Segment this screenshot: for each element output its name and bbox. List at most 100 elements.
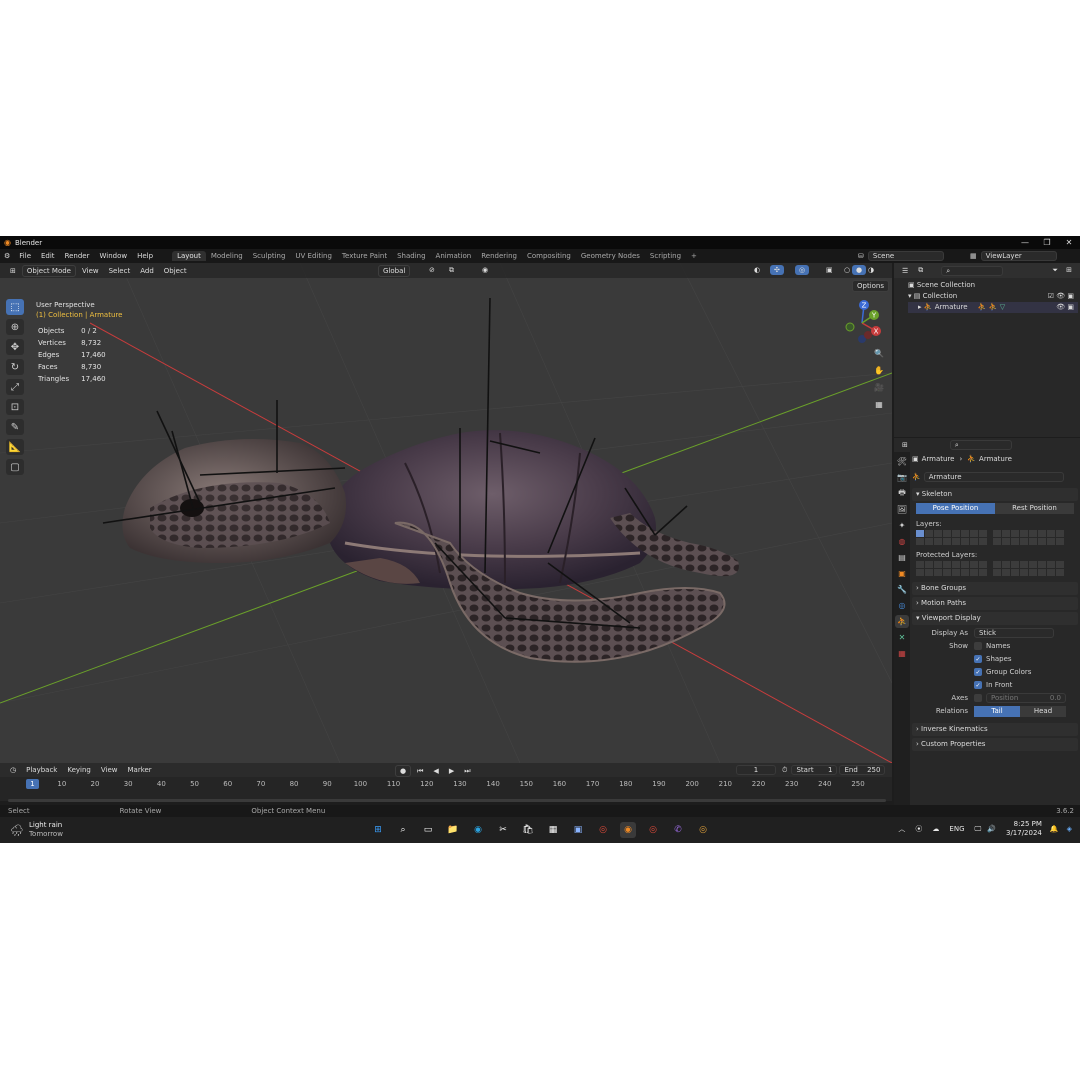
physics-tab-icon[interactable]: ◎ (895, 599, 909, 612)
app-icon[interactable]: ▦ (545, 822, 561, 838)
search-icon[interactable]: ⌕ (395, 822, 411, 838)
tray-app-icon[interactable]: ⦿ (915, 824, 922, 834)
tab-uv-editing[interactable]: UV Editing (290, 251, 337, 261)
armature-data-tab-icon[interactable]: ⛹ (895, 615, 909, 628)
modifier-tab-icon[interactable]: 🔧 (895, 583, 909, 596)
timeline-menu-marker[interactable]: Marker (123, 765, 155, 775)
tab-compositing[interactable]: Compositing (522, 251, 576, 261)
scene-tab-icon[interactable]: ✦ (895, 519, 909, 532)
tab-sculpting[interactable]: Sculpting (248, 251, 291, 261)
layers-group-a[interactable] (916, 530, 987, 545)
visibility-icon[interactable]: ◐ (750, 265, 764, 275)
menu-render[interactable]: Render (60, 252, 95, 260)
chrome-profile-icon[interactable]: ◎ (645, 822, 661, 838)
add-workspace-button[interactable]: + (686, 251, 702, 261)
panel-viewport-display[interactable]: ▾ Viewport Display (912, 612, 1078, 625)
language-indicator[interactable]: ENG (949, 825, 964, 833)
panel-inverse-kinematics[interactable]: › Inverse Kinematics (912, 723, 1078, 736)
tool-tab-icon[interactable]: 🛠 (895, 455, 909, 468)
properties-search-input[interactable]: ⌕ (949, 440, 1012, 450)
copilot-icon[interactable]: ◈ (1067, 825, 1072, 833)
tab-geometry-nodes[interactable]: Geometry Nodes (576, 251, 645, 261)
armature-visibility-icons[interactable]: 👁 ▣ (1056, 302, 1074, 313)
overlay-toggle-icon[interactable]: ◎ (795, 265, 810, 275)
filter-icon[interactable]: ⏷ (1048, 265, 1062, 276)
measure-tool[interactable]: 📐 (6, 439, 24, 455)
volume-icon[interactable]: 🔊 (987, 825, 996, 833)
viewport-menu-view[interactable]: View (78, 266, 103, 276)
view-layer-tab-icon[interactable]: 🖼 (895, 503, 909, 516)
world-tab-icon[interactable]: ◍ (895, 535, 909, 548)
panel-skeleton[interactable]: ▾ Skeleton (912, 488, 1078, 501)
stopwatch-icon[interactable]: ⏱ (782, 766, 787, 775)
clock[interactable]: 8:25 PM 3/17/2024 (1006, 820, 1042, 838)
bone-tab-icon[interactable]: ✕ (895, 631, 909, 644)
weather-widget[interactable]: 🌧 Light rain Tomorrow (10, 821, 63, 839)
cursor-tool[interactable]: ⊕ (6, 319, 24, 335)
tree-item-collection[interactable]: ▾ ▤ Collection ☑ 👁 ▣ (908, 291, 1078, 302)
properties-editor-icon[interactable]: ⊞ (898, 440, 912, 450)
network-icon[interactable]: 🖵 (975, 825, 982, 834)
tab-layout[interactable]: Layout (172, 251, 206, 261)
layers-group-b[interactable] (993, 530, 1064, 545)
editor-type-icon[interactable]: ⊞ (6, 266, 20, 276)
clock-icon[interactable]: ◷ (6, 765, 20, 775)
transform-tool[interactable]: ⊡ (6, 399, 24, 415)
viewport-menu-select[interactable]: Select (105, 266, 135, 276)
protected-group-a[interactable] (916, 561, 987, 576)
viewlayer-field[interactable]: ViewLayer (980, 251, 1057, 261)
names-checkbox[interactable] (974, 642, 982, 650)
frame-ruler[interactable]: 1 10 20 30 40 50 60 70 80 90 100 110 120 130 140 150 16… (0, 777, 892, 802)
menu-edit[interactable]: Edit (36, 252, 60, 260)
tree-item-scene-collection[interactable]: ▣ Scene Collection (908, 280, 1078, 291)
tail-button[interactable]: Tail (974, 705, 1020, 717)
edge-browser-icon[interactable]: ◉ (470, 822, 486, 838)
navigation-gizmo[interactable]: Z X Y (840, 299, 884, 343)
pose-position-button[interactable]: Pose Position (916, 503, 995, 514)
tab-rendering[interactable]: Rendering (476, 251, 522, 261)
tray-chevron-icon[interactable]: ︿ (898, 824, 905, 834)
minimize-button[interactable]: — (1014, 238, 1036, 247)
move-tool[interactable]: ✥ (6, 339, 24, 355)
maximize-button[interactable]: ❐ (1036, 238, 1058, 247)
shapes-checkbox[interactable]: ✓ (974, 655, 982, 663)
viewport-menu-add[interactable]: Add (136, 266, 158, 276)
current-frame-field[interactable]: 1 (736, 765, 776, 775)
render-tab-icon[interactable]: 📷 (895, 471, 909, 484)
tab-scripting[interactable]: Scripting (645, 251, 686, 261)
pivot-icon[interactable]: ⊘ (425, 265, 439, 275)
scale-tool[interactable]: ⤢ (6, 379, 24, 395)
camera-view-icon[interactable]: 🎥 (872, 380, 886, 394)
rest-position-button[interactable]: Rest Position (995, 503, 1074, 514)
media-app-icon[interactable]: ▣ (570, 822, 586, 838)
layers-grid[interactable] (916, 530, 1074, 545)
collection-visibility-icons[interactable]: ☑ 👁 ▣ (1048, 291, 1074, 302)
panel-bone-groups[interactable]: › Bone Groups (912, 582, 1078, 595)
axes-position-field[interactable]: Position 0.0 (986, 693, 1066, 703)
end-frame-field[interactable]: End 250 (839, 765, 886, 775)
gizmo-toggle-icon[interactable]: ✣ (770, 265, 784, 275)
data-name-field[interactable]: Armature (923, 472, 1064, 482)
axes-checkbox[interactable] (974, 694, 982, 702)
collection-tab-icon[interactable]: ▤ (895, 551, 909, 564)
output-tab-icon[interactable]: 🖶 (895, 487, 909, 500)
task-view-icon[interactable]: ▭ (420, 822, 436, 838)
zoom-icon[interactable]: 🔍 (872, 346, 886, 360)
pan-hand-icon[interactable]: ✋ (872, 363, 886, 377)
tab-texture-paint[interactable]: Texture Paint (337, 251, 392, 261)
new-collection-icon[interactable]: ⊞ (1062, 265, 1076, 275)
panel-motion-paths[interactable]: › Motion Paths (912, 597, 1078, 610)
in-front-checkbox[interactable]: ✓ (974, 681, 982, 689)
jump-start-icon[interactable]: ⏮ (413, 766, 427, 777)
snap-icon[interactable]: ⧉ (445, 265, 458, 276)
tab-modeling[interactable]: Modeling (206, 251, 248, 261)
select-box-tool[interactable]: ⬚ (6, 299, 24, 315)
mode-selector[interactable]: Object Mode (21, 264, 76, 277)
proportional-icon[interactable]: ◉ (478, 265, 492, 275)
blender-taskbar-icon[interactable]: ◉ (620, 822, 636, 838)
viber-icon[interactable]: ✆ (670, 822, 686, 838)
tab-shading[interactable]: Shading (392, 251, 430, 261)
step-back-icon[interactable]: ◀ (429, 766, 442, 776)
menu-window[interactable]: Window (94, 252, 132, 260)
notification-bell-icon[interactable]: 🔔 (1050, 825, 1059, 833)
